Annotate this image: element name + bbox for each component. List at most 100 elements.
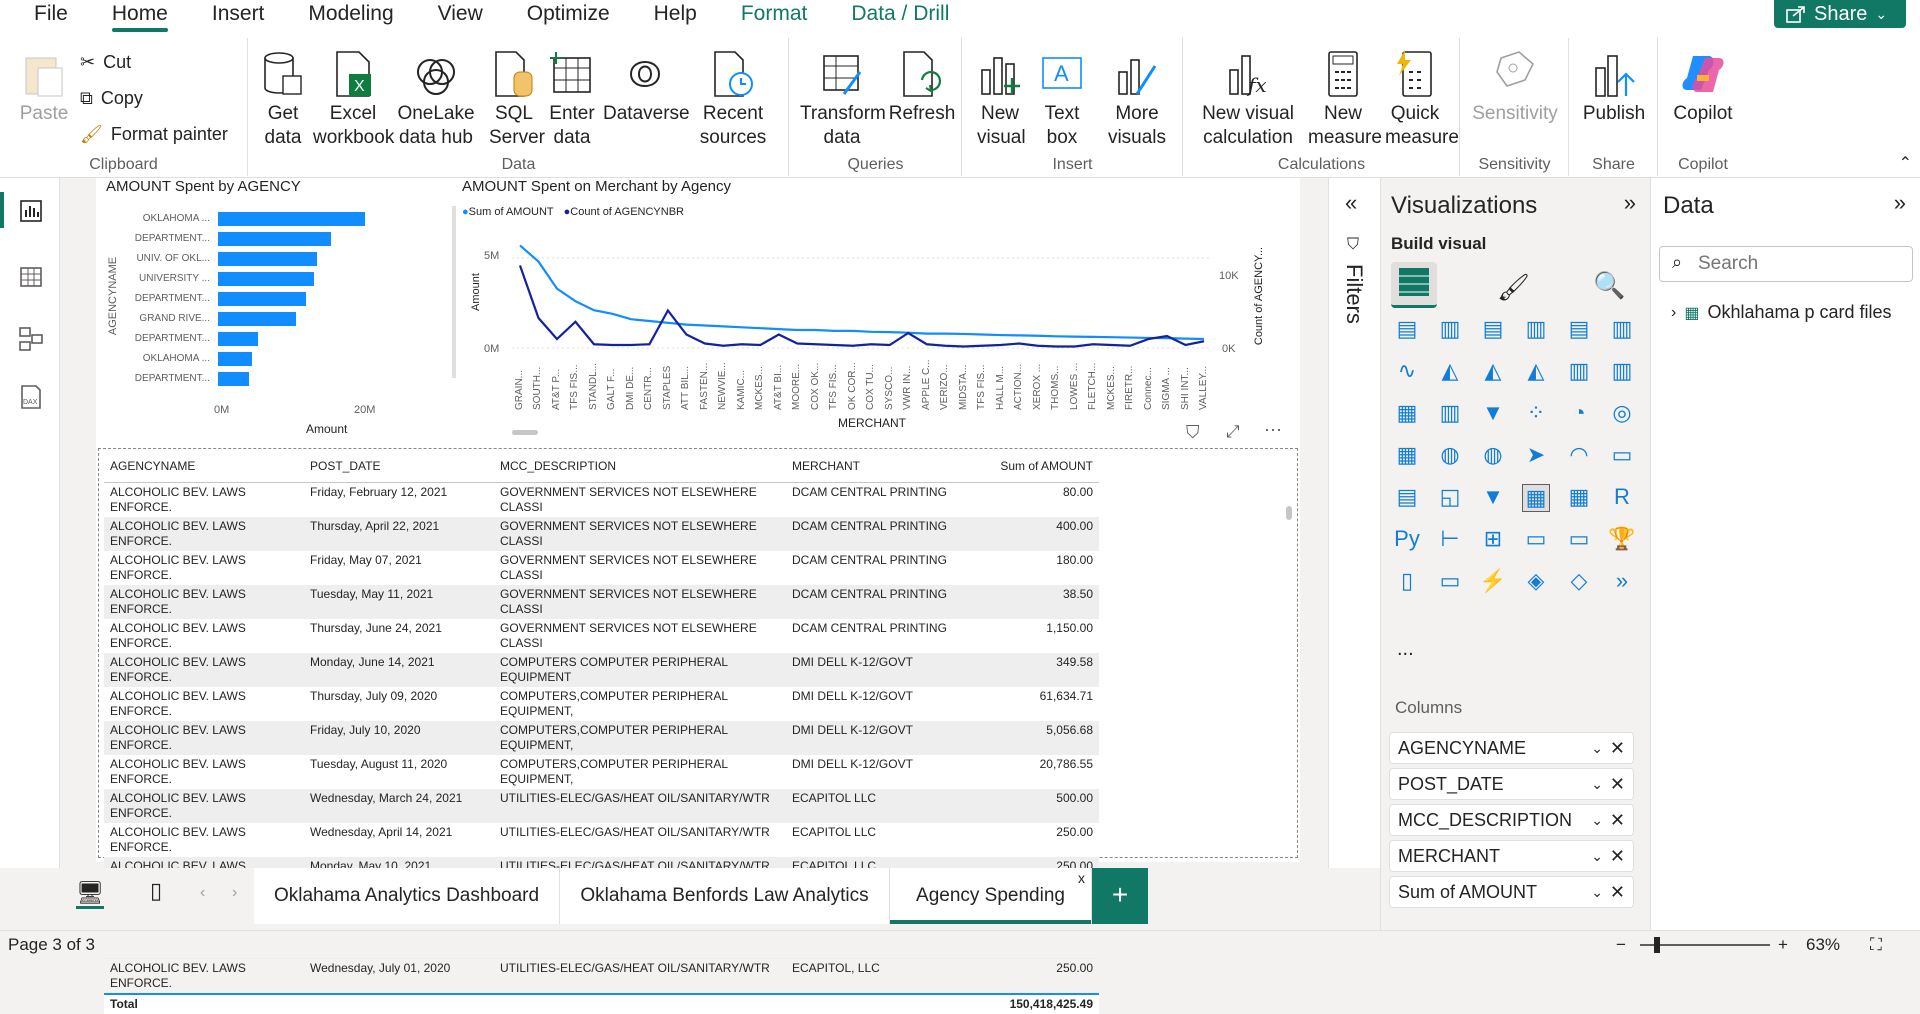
- new-visual-calculation-button[interactable]: fx New visual calculation: [1196, 50, 1300, 150]
- table-scrollbar[interactable]: [1286, 506, 1292, 520]
- zoom-slider[interactable]: [1640, 937, 1770, 953]
- enter-data-button[interactable]: Enter data: [547, 50, 597, 150]
- bar[interactable]: [218, 352, 252, 366]
- share-button[interactable]: Share ⌄: [1774, 0, 1906, 28]
- filter-icon[interactable]: ⛉: [1186, 422, 1200, 443]
- chevron-down-icon[interactable]: ⌄: [1591, 769, 1603, 799]
- table-row[interactable]: ALCOHOLIC BEV. LAWS ENFORCE. Friday, July…: [104, 720, 1099, 755]
- sensitivity-button[interactable]: Sensitivity: [1471, 50, 1559, 126]
- ribbon-icon[interactable]: ▦: [1393, 400, 1421, 428]
- visual-resize-handle[interactable]: [452, 206, 456, 378]
- series-line-count[interactable]: [518, 265, 1205, 348]
- quick-measure-button[interactable]: Quick measure: [1380, 50, 1459, 150]
- copilot-button[interactable]: Copilot: [1663, 50, 1743, 126]
- decomposition-tree-icon[interactable]: ⊞: [1479, 526, 1507, 554]
- remove-field-icon[interactable]: ✕: [1610, 841, 1625, 871]
- table-row[interactable]: ALCOHOLIC BEV. LAWS ENFORCE. Thursday, Ap…: [104, 516, 1099, 551]
- collapse-viz-icon[interactable]: »: [1624, 190, 1636, 216]
- menu-optimize[interactable]: Optimize: [505, 0, 632, 32]
- bar[interactable]: [218, 332, 258, 346]
- chevron-down-icon[interactable]: ⌄: [1591, 733, 1603, 763]
- menu-format[interactable]: Format: [719, 0, 830, 32]
- paginated-icon[interactable]: ▯: [1393, 568, 1421, 596]
- stacked-bar-icon[interactable]: ▤: [1393, 316, 1421, 344]
- key-influencers-icon[interactable]: ⊢: [1436, 526, 1464, 554]
- filled-map-icon[interactable]: ◍: [1479, 442, 1507, 470]
- table-view-icon[interactable]: [18, 264, 44, 290]
- legend-item[interactable]: ●Sum of AMOUNT: [462, 206, 554, 218]
- table-row[interactable]: ALCOHOLIC BEV. LAWS ENFORCE. Tuesday, May…: [104, 584, 1099, 619]
- model-view-icon[interactable]: [18, 326, 44, 352]
- azure-map-icon[interactable]: ➤: [1522, 442, 1550, 470]
- bar[interactable]: [218, 372, 250, 386]
- power-apps-icon[interactable]: ▭: [1436, 568, 1464, 596]
- series-line-amount[interactable]: [519, 244, 1205, 341]
- collapse-data-icon[interactable]: »: [1894, 190, 1906, 216]
- more-visuals-button[interactable]: More visuals: [1099, 50, 1175, 150]
- get-data-button[interactable]: Get data: [253, 50, 313, 150]
- clustered-column-icon[interactable]: ▥: [1522, 316, 1550, 344]
- qa-icon[interactable]: ▭: [1522, 526, 1550, 554]
- menu-home[interactable]: Home: [90, 0, 190, 32]
- fabric-icon[interactable]: ◈: [1522, 568, 1550, 596]
- r-visual-icon[interactable]: R: [1608, 484, 1636, 512]
- table-row[interactable]: ALCOHOLIC BEV. LAWS ENFORCE. Friday, Febr…: [104, 482, 1099, 517]
- column-header[interactable]: MCC_DESCRIPTION: [494, 450, 786, 483]
- analytics-tab[interactable]: 🔍: [1593, 270, 1625, 301]
- remove-field-icon[interactable]: ✕: [1610, 769, 1625, 799]
- format-painter-button[interactable]: 🖌 Format painter: [80, 124, 228, 145]
- bar[interactable]: [218, 312, 297, 326]
- mobile-layout-icon[interactable]: ▯: [150, 878, 162, 904]
- legend-item[interactable]: ●Count of AGENCYNBR: [564, 206, 684, 218]
- table-row[interactable]: ALCOHOLIC BEV. LAWS ENFORCE. Thursday, Ju…: [104, 619, 1099, 653]
- excel-button[interactable]: X Excel workbook: [313, 50, 394, 150]
- new-visual-button[interactable]: New visual: [975, 50, 1026, 150]
- table-row[interactable]: ALCOHOLIC BEV. LAWS ENFORCE. Wednesday, M…: [104, 788, 1099, 823]
- column-field[interactable]: Sum of AMOUNT ⌄ ✕: [1389, 876, 1634, 908]
- chevron-down-icon[interactable]: ⌄: [1591, 877, 1603, 907]
- table-row[interactable]: ALCOHOLIC BEV. LAWS ENFORCE. Friday, May …: [104, 551, 1099, 585]
- table-row[interactable]: ALCOHOLIC BEV. LAWS ENFORCE. Tuesday, Aug…: [104, 755, 1099, 789]
- zoom-in-button[interactable]: +: [1778, 931, 1788, 959]
- new-measure-button[interactable]: New measure: [1308, 50, 1382, 150]
- column-field[interactable]: POST_DATE ⌄ ✕: [1389, 768, 1634, 800]
- stacked-area-icon[interactable]: ◭: [1479, 358, 1507, 386]
- publish-button[interactable]: Publish: [1574, 50, 1654, 126]
- column-header[interactable]: MERCHANT: [786, 450, 976, 483]
- page-tab[interactable]: Oklahama Benfords Law Analytics: [560, 868, 890, 924]
- power-automate-icon[interactable]: ⚡: [1479, 568, 1507, 596]
- close-tab-icon[interactable]: x: [1078, 850, 1085, 906]
- transform-data-button[interactable]: Transform data: [800, 50, 886, 150]
- focus-mode-icon[interactable]: ⤢: [1226, 422, 1240, 442]
- search-input[interactable]: [1698, 251, 1898, 277]
- stacked-column-icon[interactable]: ▥: [1436, 316, 1464, 344]
- table-row[interactable]: ALCOHOLIC BEV. LAWS ENFORCE. Wednesday, A…: [104, 823, 1099, 857]
- waterfall-icon[interactable]: ▥: [1436, 400, 1464, 428]
- next-page-icon[interactable]: ›: [232, 884, 237, 902]
- scatter-icon[interactable]: ⁘: [1522, 400, 1550, 428]
- page-tab[interactable]: Oklahama Analytics Dashboard: [254, 868, 560, 924]
- treemap-icon[interactable]: ▦: [1393, 442, 1421, 470]
- 100-area-icon[interactable]: ◭: [1522, 358, 1550, 386]
- multi-row-card-icon[interactable]: ▤: [1393, 484, 1421, 512]
- remove-field-icon[interactable]: ✕: [1610, 805, 1625, 835]
- python-icon[interactable]: Py: [1393, 526, 1421, 554]
- more-options-icon[interactable]: ⋯: [1264, 420, 1282, 441]
- report-view-icon[interactable]: [18, 198, 44, 224]
- column-field[interactable]: MERCHANT ⌄ ✕: [1389, 840, 1634, 872]
- chevron-down-icon[interactable]: ⌄: [1591, 841, 1603, 871]
- menu-help[interactable]: Help: [632, 0, 719, 32]
- funnel-icon[interactable]: ▼: [1479, 400, 1507, 428]
- bar[interactable]: [218, 272, 315, 286]
- line-icon[interactable]: ∿: [1393, 358, 1421, 386]
- menu-file[interactable]: File: [0, 0, 90, 32]
- chevron-down-icon[interactable]: ⌄: [1591, 805, 1603, 835]
- zoom-out-button[interactable]: −: [1616, 931, 1626, 959]
- table-row[interactable]: ALCOHOLIC BEV. LAWS ENFORCE. Wednesday, J…: [104, 959, 1099, 994]
- card-icon[interactable]: ▭: [1608, 442, 1636, 470]
- filters-pane[interactable]: « ⛉ Filters: [1328, 178, 1380, 868]
- column-header[interactable]: Sum of AMOUNT: [976, 450, 1099, 483]
- column-field[interactable]: AGENCYNAME ⌄ ✕: [1389, 732, 1634, 764]
- column-field[interactable]: MCC_DESCRIPTION ⌄ ✕: [1389, 804, 1634, 836]
- format-visual-tab[interactable]: 🖌: [1497, 272, 1530, 303]
